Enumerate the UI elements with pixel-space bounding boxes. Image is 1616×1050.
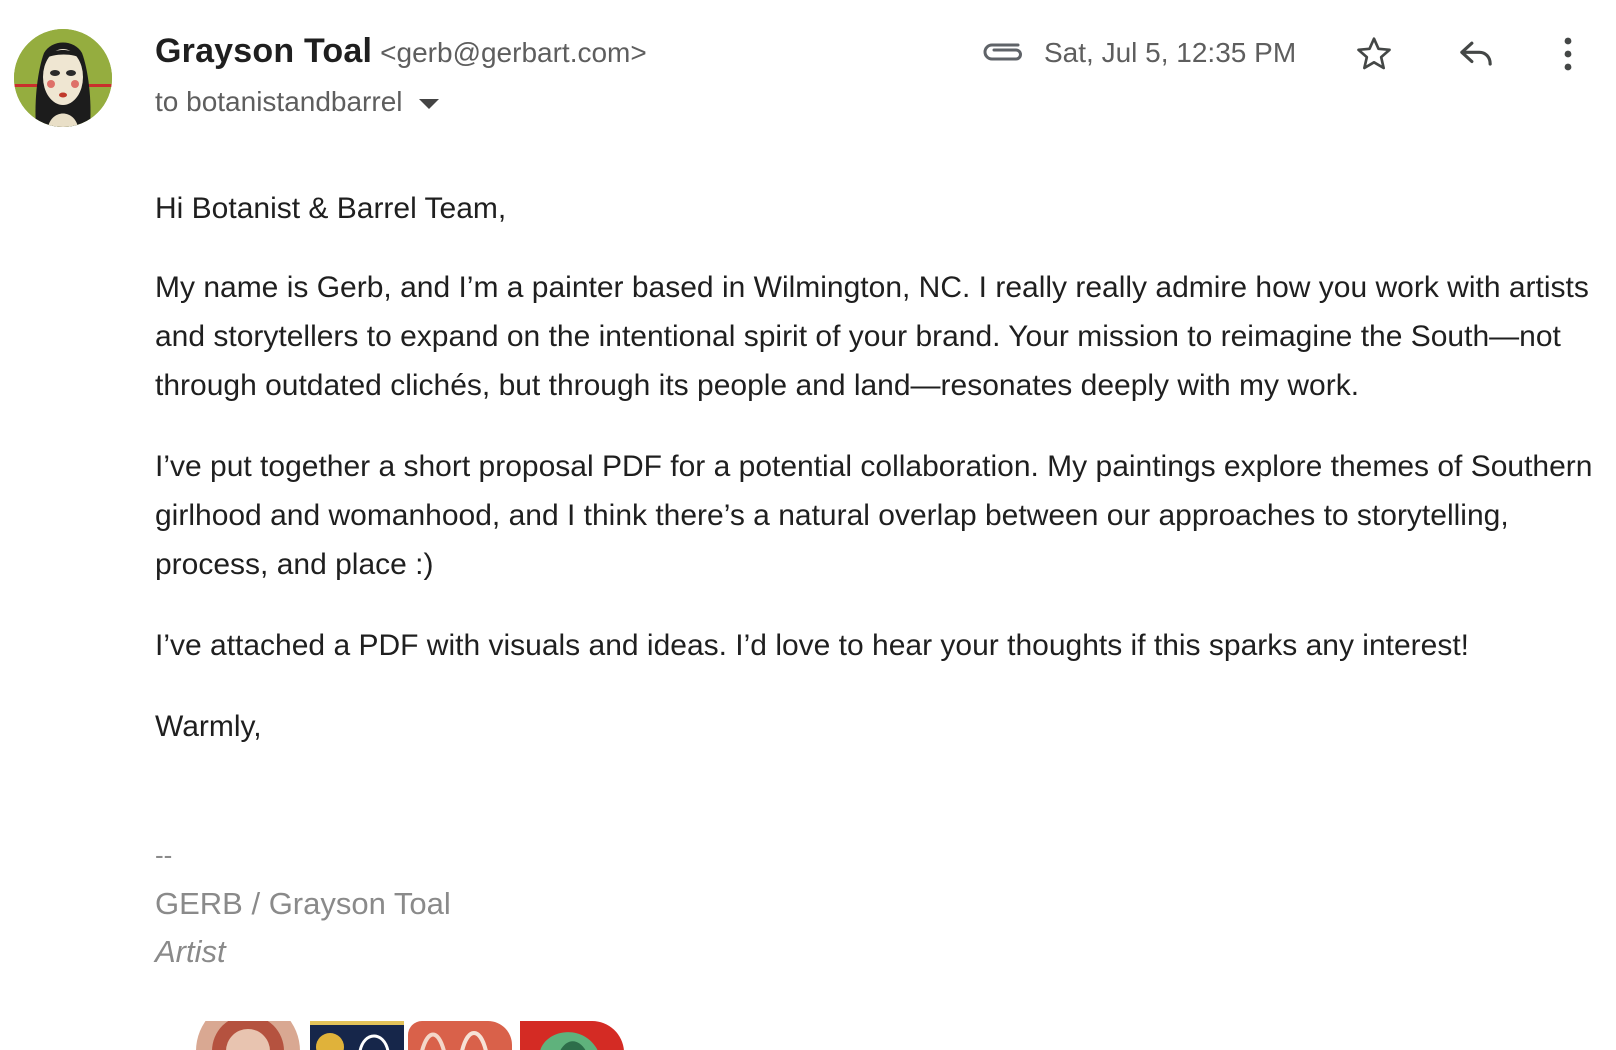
- body-paragraph: I’ve attached a PDF with visuals and ide…: [155, 629, 1470, 662]
- greeting: Hi Botanist & Barrel Team,: [155, 192, 507, 225]
- reply-icon: [1460, 41, 1492, 66]
- sender-email: <gerb@gerbart.com>: [380, 37, 647, 68]
- email-message: Grayson Toal <gerb@gerbart.com> to botani…: [0, 0, 1616, 1050]
- message-body: Hi Botanist & Barrel Team, My name is Ge…: [155, 184, 1605, 783]
- artwork-thumbnail[interactable]: [310, 1021, 404, 1050]
- sender-line: Grayson Toal <gerb@gerbart.com>: [155, 32, 647, 71]
- star-outline-icon: [1357, 37, 1391, 70]
- artwork-thumbnail[interactable]: [196, 1021, 300, 1050]
- signature-title: Artist: [155, 934, 226, 969]
- body-paragraph: My name is Gerb, and I’m a painter based…: [155, 271, 1589, 402]
- caret-down-icon[interactable]: [418, 99, 439, 109]
- recipients-label: to botanistandbarrel: [155, 86, 403, 117]
- signature-separator: --: [155, 840, 173, 870]
- more-vert-icon: [1564, 37, 1572, 71]
- star-button[interactable]: [1350, 30, 1398, 78]
- sender-avatar[interactable]: [14, 29, 112, 127]
- recipients-toggle[interactable]: to botanistandbarrel: [155, 86, 439, 118]
- reply-button[interactable]: [1452, 30, 1500, 78]
- signature-name: GERB / Grayson Toal: [155, 886, 451, 921]
- paperclip-icon: [980, 36, 1026, 66]
- artwork-thumbnail[interactable]: [520, 1021, 624, 1050]
- message-timestamp: Sat, Jul 5, 12:35 PM: [1044, 37, 1297, 68]
- more-options-button[interactable]: [1552, 30, 1584, 78]
- artwork-thumbnail[interactable]: [408, 1021, 512, 1050]
- body-paragraph: I’ve put together a short proposal PDF f…: [155, 450, 1593, 581]
- closing: Warmly,: [155, 710, 262, 743]
- sender-name[interactable]: Grayson Toal: [155, 32, 372, 70]
